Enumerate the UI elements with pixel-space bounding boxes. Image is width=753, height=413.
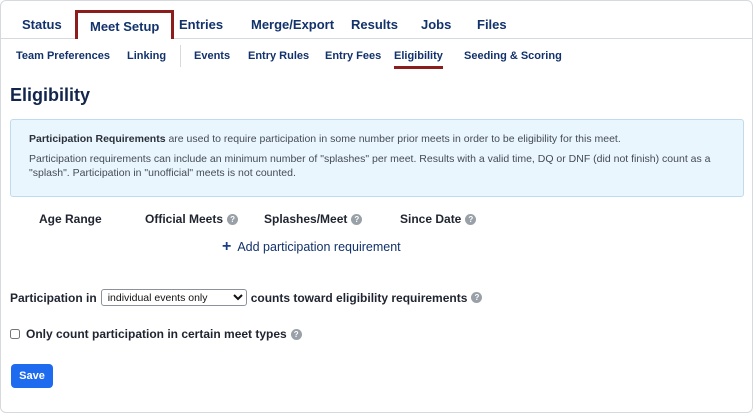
participation-select[interactable]: individual events only (100, 289, 247, 306)
add-participation-requirement-link[interactable]: + Add participation requirement (222, 239, 401, 255)
tab-merge-export[interactable]: Merge/Export (239, 10, 346, 38)
help-icon[interactable]: ? (351, 213, 363, 225)
tab-results[interactable]: Results (339, 10, 410, 38)
column-splashes-per-meet: Splashes/Meet? (264, 212, 363, 226)
participation-suffix: counts toward eligibility requirements (250, 290, 468, 305)
subnav-divider (180, 45, 181, 67)
help-icon[interactable]: ? (465, 213, 477, 225)
participation-prefix: Participation in (10, 290, 97, 305)
tab-files[interactable]: Files (465, 10, 519, 38)
plus-icon: + (222, 238, 232, 255)
info-paragraph-1: Participation Requirements are used to r… (29, 132, 725, 146)
help-icon[interactable]: ? (290, 328, 302, 340)
column-since-date: Since Date? (400, 212, 477, 226)
only-count-checkbox[interactable] (10, 329, 20, 339)
subtab-seeding-scoring[interactable]: Seeding & Scoring (464, 50, 562, 62)
page-title: Eligibility (10, 85, 91, 105)
subtab-events[interactable]: Events (194, 50, 230, 62)
only-count-row: Only count participation in certain meet… (10, 327, 302, 341)
subtab-entry-fees[interactable]: Entry Fees (325, 50, 381, 62)
info-box: Participation Requirements are used to r… (10, 119, 744, 197)
tab-jobs[interactable]: Jobs (409, 10, 463, 38)
info-bold-term: Participation Requirements (29, 133, 166, 145)
app-frame: Status Meet Setup Entries Merge/Export R… (0, 0, 753, 413)
sub-navigation: Team Preferences Linking Events Entry Ru… (1, 39, 752, 73)
top-navigation: Status Meet Setup Entries Merge/Export R… (1, 1, 752, 39)
help-icon[interactable]: ? (227, 213, 239, 225)
participation-row: Participation in individual events only … (10, 289, 483, 306)
subtab-entry-rules[interactable]: Entry Rules (248, 50, 309, 62)
subtab-eligibility[interactable]: Eligibility (394, 50, 443, 69)
tab-status[interactable]: Status (10, 10, 74, 38)
column-official-meets: Official Meets? (145, 212, 239, 226)
subtab-team-preferences[interactable]: Team Preferences (16, 50, 110, 62)
only-count-label: Only count participation in certain meet… (26, 327, 287, 341)
save-button[interactable]: Save (11, 364, 53, 388)
info-text-1: are used to require participation in som… (165, 133, 621, 145)
subtab-linking[interactable]: Linking (127, 50, 166, 62)
add-requirement-label: Add participation requirement (237, 240, 401, 254)
tab-meet-setup[interactable]: Meet Setup (75, 10, 175, 39)
tab-entries[interactable]: Entries (167, 10, 235, 38)
help-icon[interactable]: ? (471, 292, 483, 303)
info-paragraph-2: Participation requirements can include a… (29, 153, 711, 179)
column-age-range: Age Range (39, 212, 102, 226)
